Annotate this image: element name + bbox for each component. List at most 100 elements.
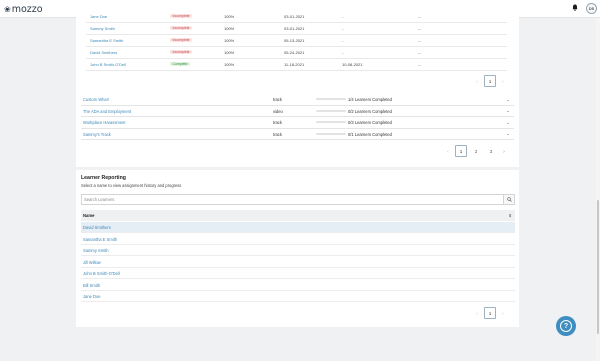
learner-row[interactable]: John B Smith-O'Dell bbox=[81, 268, 515, 279]
start-date-cell: 03-01-2021 bbox=[284, 14, 305, 19]
assignment-pagination: ‹ 1 2 3 › bbox=[444, 145, 508, 157]
table-row: John B Smith-O'Dell Complete 100% 11-18-202… bbox=[86, 59, 507, 71]
completion-label: 0/2 Learners Completed bbox=[348, 108, 392, 114]
sort-icon[interactable]: ⇕ bbox=[508, 213, 512, 218]
assignment-row[interactable]: The ADA and Employment video 0/2 Learners … bbox=[81, 105, 514, 117]
start-date-cell: 05-13-2021 bbox=[284, 38, 305, 43]
logo-mark-icon: ❀ bbox=[4, 4, 11, 14]
table-row: Sammy Smith Incomplete 100% 03-01-2021- -- bbox=[86, 23, 507, 35]
next-page-button[interactable]: › bbox=[499, 79, 507, 84]
extra-cell: -- bbox=[418, 14, 421, 19]
learner-list-pagination: ‹ 1 › bbox=[473, 307, 507, 319]
assignment-name-link[interactable]: Sammy's Track bbox=[83, 132, 111, 137]
progress-bar bbox=[316, 109, 346, 112]
end-date-cell: - bbox=[342, 26, 344, 31]
chevron-down-icon[interactable]: ⌄ bbox=[506, 97, 510, 103]
extra-cell: -- bbox=[418, 50, 421, 55]
end-date-cell: - bbox=[342, 50, 344, 55]
end-date-cell: - bbox=[342, 14, 344, 19]
user-avatar[interactable]: DS bbox=[586, 3, 597, 14]
learner-row[interactable]: Jane Doe bbox=[81, 291, 515, 302]
learner-name-link[interactable]: Jane Doe bbox=[83, 294, 101, 299]
learner-name-link[interactable]: Jane Doe bbox=[90, 14, 107, 19]
progress-bar bbox=[316, 98, 346, 100]
table-row: Jane Doe Incomplete 100% 03-01-2021- -- bbox=[86, 11, 507, 23]
table-row: Samantha E Smith Incomplete 100% 05-13-2021… bbox=[86, 35, 507, 47]
search-icon[interactable] bbox=[503, 195, 514, 204]
assignment-type: track bbox=[273, 97, 282, 102]
chevron-down-icon[interactable]: ⌄ bbox=[506, 120, 510, 126]
section-title: Learner Reporting bbox=[81, 175, 126, 181]
table-row: David Smithers Incomplete 100% 05-24-2021- -… bbox=[86, 47, 507, 59]
end-date-cell: 10-08-2021 bbox=[342, 62, 363, 67]
column-label: Name bbox=[83, 213, 95, 218]
page-button[interactable]: 3 bbox=[485, 145, 497, 157]
learner-row[interactable]: Jill Willow bbox=[81, 256, 515, 268]
section-subtitle: Select a name to view assignment history… bbox=[81, 183, 182, 188]
score-cell: 100% bbox=[224, 26, 235, 31]
app-logo[interactable]: ❀ mozzo bbox=[4, 2, 43, 16]
page-button[interactable]: 1 bbox=[484, 307, 496, 319]
prev-page-button[interactable]: ‹ bbox=[444, 149, 452, 154]
learner-name-link[interactable]: Jill Willow bbox=[83, 260, 101, 265]
status-badge: Complete bbox=[170, 61, 190, 67]
assignment-type: video bbox=[273, 108, 283, 114]
start-date-cell: 03-01-2021 bbox=[284, 26, 305, 31]
extra-cell: -- bbox=[418, 26, 421, 31]
assignment-type: track bbox=[273, 120, 282, 125]
prev-page-button[interactable]: ‹ bbox=[473, 311, 481, 316]
assignment-row[interactable]: Workplace Harassment track 0/3 Learners Co… bbox=[81, 117, 514, 129]
learner-row[interactable]: Sammy Smith bbox=[81, 245, 515, 256]
learner-name-link[interactable]: Sammy Smith bbox=[90, 26, 115, 31]
learner-row[interactable]: Bill Smith bbox=[81, 279, 515, 291]
learner-name-link[interactable]: David Smithers bbox=[83, 225, 111, 230]
completion-label: 1/4 Learners Completed bbox=[348, 97, 392, 102]
next-page-button[interactable]: › bbox=[500, 149, 508, 154]
learner-table-pagination: ‹ 1 › bbox=[473, 75, 507, 87]
status-badge: Incomplete bbox=[170, 25, 193, 31]
assignment-type: track bbox=[273, 131, 282, 137]
assignment-name-link[interactable]: Workplace Harassment bbox=[83, 120, 125, 125]
prev-page-button[interactable]: ‹ bbox=[473, 79, 481, 84]
learner-name-link[interactable]: Bill Smith bbox=[83, 283, 100, 288]
learner-row[interactable]: Samantha E Smith bbox=[81, 233, 515, 245]
assignment-row[interactable]: Custom Wha!! track 1/4 Learners Completed ⌄ bbox=[81, 94, 514, 106]
learner-name-link[interactable]: John B Smith-O'Dell bbox=[90, 62, 126, 67]
status-badge: Incomplete bbox=[170, 13, 193, 19]
bell-icon[interactable] bbox=[572, 4, 578, 13]
question-icon: ? bbox=[560, 320, 572, 332]
status-badge: Incomplete bbox=[170, 49, 193, 55]
learner-row[interactable]: David Smithers bbox=[81, 221, 515, 233]
start-date-cell: 05-24-2021 bbox=[284, 50, 305, 55]
learner-search-input[interactable] bbox=[82, 195, 504, 204]
learner-search bbox=[81, 194, 515, 205]
scrollbar-thumb[interactable] bbox=[597, 200, 599, 334]
score-cell: 100% bbox=[224, 14, 235, 19]
extra-cell: -- bbox=[418, 38, 421, 43]
page-button[interactable]: 1 bbox=[455, 145, 467, 157]
end-date-cell: - bbox=[342, 38, 344, 43]
assignment-name-link[interactable]: Custom Wha!! bbox=[83, 97, 109, 102]
name-column-header[interactable]: Name ⇕ bbox=[81, 210, 515, 221]
score-cell: 100% bbox=[224, 50, 235, 55]
next-page-button[interactable]: › bbox=[499, 311, 507, 316]
chevron-down-icon[interactable]: ⌄ bbox=[506, 131, 510, 137]
start-date-cell: 11-18-2021 bbox=[284, 62, 305, 67]
score-cell: 100% bbox=[224, 38, 235, 43]
learner-name-link[interactable]: Samantha E Smith bbox=[90, 38, 123, 43]
page-button[interactable]: 2 bbox=[470, 145, 482, 157]
chevron-down-icon[interactable]: ⌄ bbox=[506, 108, 510, 114]
score-cell: 100% bbox=[224, 62, 235, 67]
learner-name-link[interactable]: David Smithers bbox=[90, 50, 117, 55]
learner-name-link[interactable]: John B Smith-O'Dell bbox=[83, 271, 120, 276]
learner-name-link[interactable]: Sammy Smith bbox=[83, 248, 108, 253]
status-badge: Incomplete bbox=[170, 37, 193, 43]
assignment-name-link[interactable]: The ADA and Employment bbox=[83, 109, 131, 114]
assignment-row[interactable]: Sammy's Track track 0/1 Learners Completed… bbox=[81, 128, 514, 140]
assignments-card: Jane Doe Incomplete 100% 03-01-2021- -- Sammy… bbox=[76, 0, 519, 167]
completion-label: 0/3 Learners Completed bbox=[348, 120, 392, 125]
learner-name-link[interactable]: Samantha E Smith bbox=[83, 237, 117, 242]
help-button[interactable]: ? bbox=[556, 316, 576, 336]
page-button[interactable]: 1 bbox=[484, 75, 496, 87]
learner-reporting-card: Learner Reporting Select a name to view … bbox=[76, 170, 519, 327]
